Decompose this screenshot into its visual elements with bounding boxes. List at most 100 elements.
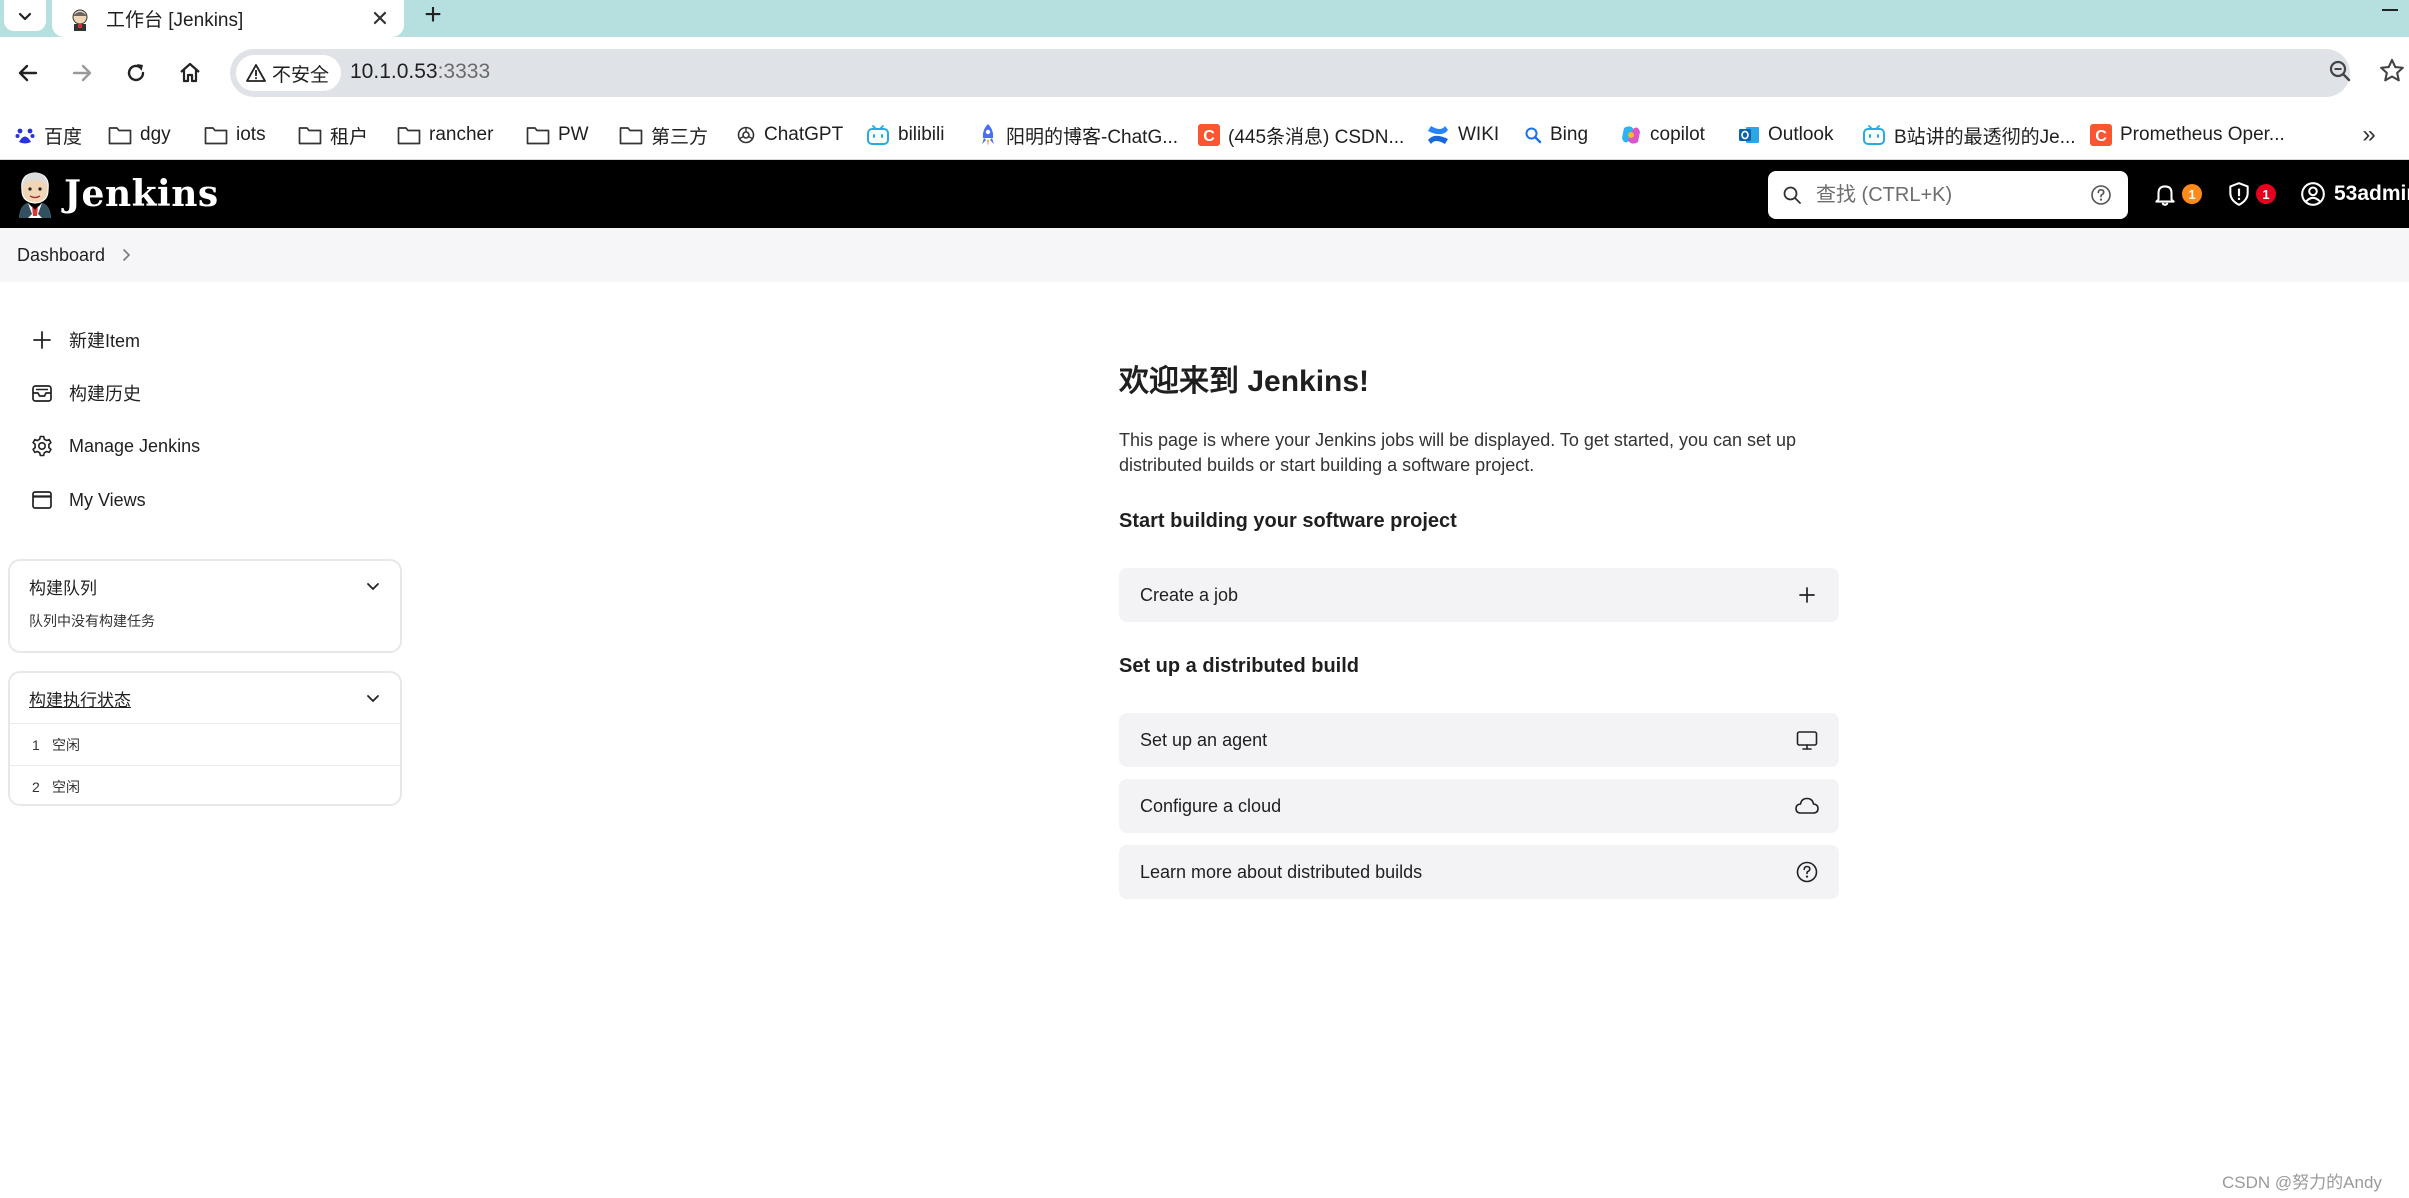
executor-number: 2: [32, 778, 40, 795]
create-job-button[interactable]: Create a job: [1119, 568, 1839, 622]
security-alerts-button[interactable]: 1: [2226, 178, 2276, 210]
plus-icon: [1793, 581, 1821, 609]
shield-alert-icon: [2229, 182, 2249, 206]
bookmark-wiki[interactable]: WIKI: [1426, 118, 1499, 152]
address-bar[interactable]: 不安全 10.1.0.53:3333: [230, 49, 2350, 97]
executor-status: 空闲: [52, 736, 80, 753]
computer-monitor-icon: [1793, 726, 1821, 754]
page-title: 欢迎来到 Jenkins!: [1119, 365, 1370, 398]
forward-button[interactable]: [62, 53, 102, 93]
user-avatar-icon: [2301, 182, 2325, 206]
bookmark-label: 租户: [330, 126, 369, 148]
task-manage-jenkins[interactable]: Manage Jenkins: [28, 428, 200, 464]
bookmark-copilot[interactable]: copilot: [1620, 118, 1705, 152]
rocket-icon: [982, 124, 994, 146]
jenkins-butler-icon: [72, 9, 88, 31]
tab-search-dropdown[interactable]: [4, 0, 46, 31]
bookmark-label: (445条消息) CSDN...: [1228, 126, 1405, 148]
new-tab-button[interactable]: +: [414, 0, 452, 31]
bookmark-folder-iots[interactable]: iots: [204, 118, 266, 152]
build-queue-pane: 构建队列 队列中没有构建任务: [8, 559, 402, 653]
bell-icon: [2155, 185, 2175, 206]
bookmark-label: 百度: [44, 126, 83, 148]
breadcrumb-menu-button[interactable]: [119, 248, 133, 262]
bookmark-label: dgy: [140, 124, 171, 145]
bookmark-folder-tenant[interactable]: 租户: [298, 118, 368, 152]
plus-icon: [28, 326, 56, 354]
breadcrumb: Dashboard: [0, 228, 2409, 282]
tab-close-button[interactable]: ✕: [366, 5, 394, 33]
security-badge: 1: [2256, 184, 2276, 204]
bookmark-bing[interactable]: Bing: [1524, 118, 1588, 152]
url-text[interactable]: 10.1.0.53:3333: [350, 60, 490, 84]
home-button[interactable]: [170, 53, 210, 93]
svg-text:C: C: [1203, 128, 1215, 145]
minimize-icon: [2382, 9, 2398, 11]
jenkins-header: Jenkins 1 1 53admin: [0, 160, 2409, 228]
breadcrumb-dashboard[interactable]: Dashboard: [17, 245, 105, 266]
search-input[interactable]: [1816, 177, 2086, 213]
notifications-button[interactable]: 1: [2152, 178, 2202, 210]
zoom-button[interactable]: [2328, 59, 2352, 88]
bookmark-label: Bing: [1550, 124, 1589, 145]
bookmark-yangming-blog[interactable]: 阳明的博客-ChatG...: [978, 118, 1178, 152]
task-my-views[interactable]: My Views: [28, 482, 146, 518]
site-security-chip[interactable]: 不安全: [236, 55, 342, 91]
executor-number: 1: [32, 736, 40, 753]
tab-title: 工作台 [Jenkins]: [106, 10, 244, 31]
svg-text:C: C: [2095, 128, 2107, 145]
learn-distributed-builds-link[interactable]: Learn more about distributed builds: [1119, 845, 1839, 899]
bookmark-csdn[interactable]: C (445条消息) CSDN...: [1198, 118, 1404, 152]
gear-icon: [28, 432, 56, 460]
window-minimize-button[interactable]: [2370, 0, 2409, 20]
reload-button[interactable]: [116, 53, 156, 93]
bookmark-label: PW: [558, 124, 589, 145]
bookmark-label: bilibili: [898, 124, 945, 145]
bookmark-chatgpt[interactable]: ChatGPT: [736, 118, 843, 152]
user-menu[interactable]: 53admin: [2300, 178, 2409, 210]
bookmark-folder-thirdparty[interactable]: 第三方: [619, 118, 708, 152]
configure-cloud-label: Configure a cloud: [1140, 795, 1282, 816]
security-label: 不安全: [272, 64, 330, 86]
bilibili-icon: [1863, 125, 1885, 145]
bookmark-label: 阳明的博客-ChatG...: [1006, 126, 1179, 148]
bookmark-bilibili[interactable]: bilibili: [866, 118, 944, 152]
executors-title-link[interactable]: 构建执行状态: [29, 686, 131, 711]
task-build-history[interactable]: 构建历史: [28, 375, 141, 411]
bookmark-prometheus-operator[interactable]: C Prometheus Oper...: [2090, 118, 2285, 152]
bookmark-star-button[interactable]: [2378, 57, 2406, 90]
bookmark-label: ChatGPT: [764, 124, 844, 145]
task-new-item[interactable]: 新建Item: [28, 322, 140, 358]
create-job-label: Create a job: [1140, 584, 1239, 605]
learn-distributed-label: Learn more about distributed builds: [1140, 861, 1423, 882]
bilibili-icon: [867, 125, 889, 145]
jenkins-home-link[interactable]: Jenkins: [16, 170, 219, 218]
bookmark-label: 第三方: [651, 126, 709, 148]
browser-tab-strip: 工作台 [Jenkins] ✕ +: [0, 0, 2409, 37]
folder-icon: [526, 127, 550, 145]
bookmark-folder-rancher[interactable]: rancher: [397, 118, 493, 152]
browser-tab-jenkins[interactable]: 工作台 [Jenkins] ✕: [52, 0, 404, 37]
chevron-down-icon[interactable]: [364, 689, 382, 707]
bookmark-folder-dgy[interactable]: dgy: [108, 118, 171, 152]
help-circle-icon: [1793, 858, 1821, 886]
help-icon[interactable]: [2090, 184, 2112, 206]
bookmark-label: Outlook: [1768, 124, 1834, 145]
bookmark-outlook[interactable]: Outlook: [1738, 118, 1833, 152]
user-name: 53admin: [2334, 182, 2409, 205]
outlook-icon: [1739, 127, 1759, 143]
chevron-down-icon[interactable]: [364, 577, 382, 595]
bookmark-folder-pw[interactable]: PW: [526, 118, 589, 152]
setup-agent-button[interactable]: Set up an agent: [1119, 713, 1839, 767]
task-label: Manage Jenkins: [69, 435, 201, 456]
csdn-watermark: CSDN @努力的Andy: [2222, 1173, 2382, 1192]
bookmarks-overflow-button[interactable]: »: [2354, 120, 2384, 150]
bookmark-label: WIKI: [1458, 124, 1500, 145]
confluence-icon: [1428, 126, 1448, 144]
back-button[interactable]: [8, 53, 48, 93]
configure-cloud-button[interactable]: Configure a cloud: [1119, 779, 1839, 833]
build-queue-header[interactable]: 构建队列: [10, 561, 400, 611]
bookmark-baidu[interactable]: 百度: [14, 118, 82, 152]
bookmark-bilibili-jenkins[interactable]: B站讲的最透彻的Je...: [1862, 118, 2076, 152]
executor-row: 1 空闲: [10, 723, 400, 765]
